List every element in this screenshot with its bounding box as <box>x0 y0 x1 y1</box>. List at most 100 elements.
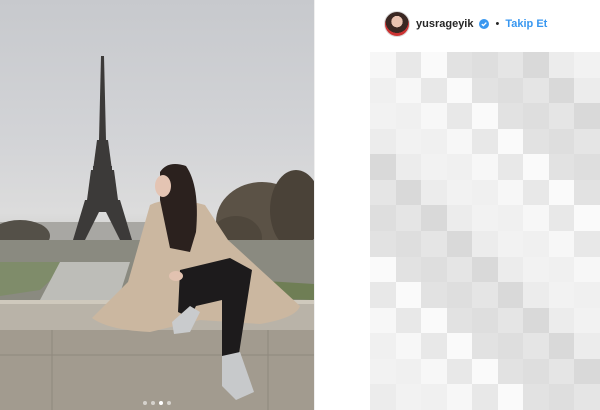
pixel-block <box>574 256 600 283</box>
pixel-block <box>574 205 600 231</box>
pixel-block <box>548 103 575 129</box>
pixel-block <box>497 307 524 334</box>
pixel-block <box>497 333 524 359</box>
pixel-block <box>370 179 396 206</box>
username[interactable]: yusrageyik <box>416 18 473 30</box>
pixel-block <box>446 77 473 104</box>
post-header: yusrageyik • Takip Et <box>384 10 547 38</box>
pixel-block <box>497 358 524 385</box>
pixel-block <box>395 384 422 410</box>
pixel-block <box>548 384 575 410</box>
pixel-block <box>370 333 396 359</box>
pixel-block <box>395 128 422 155</box>
pixel-block <box>523 128 549 155</box>
pixel-block <box>472 358 498 385</box>
pixel-block <box>472 384 498 410</box>
pixel-block <box>472 205 498 231</box>
pixel-block <box>574 52 600 78</box>
pixel-block <box>472 307 498 334</box>
pixel-block <box>446 256 473 283</box>
pixel-block <box>574 384 600 410</box>
pixel-block <box>472 256 498 283</box>
pixel-block <box>472 333 498 359</box>
pixel-block <box>574 333 600 359</box>
pixel-block <box>548 154 575 180</box>
pixel-block <box>395 358 422 385</box>
pixel-block <box>395 256 422 283</box>
pixel-block <box>446 128 473 155</box>
pixel-block <box>395 52 422 78</box>
pixel-block <box>395 333 422 359</box>
pixel-block <box>548 333 575 359</box>
pixel-block <box>497 205 524 231</box>
pixel-block <box>395 282 422 308</box>
pixel-block <box>548 282 575 308</box>
pixel-block <box>548 256 575 283</box>
separator-dot: • <box>495 18 500 30</box>
pixel-block <box>421 256 447 283</box>
carousel-dot <box>167 401 171 405</box>
pixel-block <box>421 333 447 359</box>
pixel-block <box>548 128 575 155</box>
pixelated-comments-area <box>370 52 600 410</box>
pixel-block <box>497 384 524 410</box>
carousel-dot-active <box>159 401 163 405</box>
pixel-block <box>472 77 498 104</box>
carousel-indicator <box>0 401 314 405</box>
pixel-block <box>395 179 422 206</box>
pixel-block <box>446 205 473 231</box>
pixel-block <box>421 282 447 308</box>
pixel-block <box>446 333 473 359</box>
pixel-block <box>548 358 575 385</box>
pixel-block <box>421 154 447 180</box>
pixel-block <box>523 256 549 283</box>
pixel-block <box>523 205 549 231</box>
pixel-block <box>548 307 575 334</box>
pixel-block <box>370 307 396 334</box>
pixel-block <box>395 230 422 257</box>
pixel-block <box>523 77 549 104</box>
pixel-block <box>574 358 600 385</box>
pixel-block <box>472 103 498 129</box>
pixel-block <box>370 282 396 308</box>
follow-button[interactable]: Takip Et <box>505 18 547 30</box>
pixel-block <box>523 179 549 206</box>
pixel-block <box>446 358 473 385</box>
pixel-block <box>446 179 473 206</box>
pixel-block <box>370 77 396 104</box>
pixel-block <box>497 77 524 104</box>
pixel-block <box>523 103 549 129</box>
pixel-block <box>370 205 396 231</box>
pixel-block <box>497 128 524 155</box>
pixel-block <box>523 282 549 308</box>
pixel-block <box>574 230 600 257</box>
pixel-block <box>370 128 396 155</box>
pixel-block <box>446 384 473 410</box>
pixel-block <box>421 77 447 104</box>
pixel-block <box>370 358 396 385</box>
pixel-block <box>446 230 473 257</box>
pixel-block <box>497 52 524 78</box>
panel-divider <box>314 0 315 410</box>
pixel-block <box>472 154 498 180</box>
pixel-block <box>497 256 524 283</box>
pixel-block <box>548 77 575 104</box>
pixel-block <box>574 282 600 308</box>
post-photo[interactable] <box>0 0 314 410</box>
pixel-block <box>548 230 575 257</box>
pixel-block <box>421 358 447 385</box>
pixel-block <box>574 307 600 334</box>
pixel-block <box>395 205 422 231</box>
pixel-block <box>446 307 473 334</box>
pixel-block <box>395 103 422 129</box>
pixel-block <box>574 128 600 155</box>
pixel-block <box>395 154 422 180</box>
avatar[interactable] <box>384 11 410 37</box>
pixel-block <box>472 179 498 206</box>
pixel-block <box>472 52 498 78</box>
pixel-block <box>548 205 575 231</box>
pixel-block <box>497 103 524 129</box>
pixel-block <box>370 230 396 257</box>
pixel-block <box>370 52 396 78</box>
pixel-block <box>548 179 575 206</box>
